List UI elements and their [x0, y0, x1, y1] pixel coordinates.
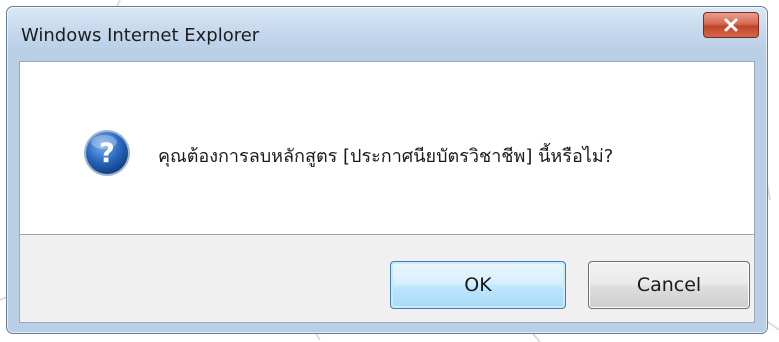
button-bar: OK Cancel — [19, 235, 755, 323]
ok-button[interactable]: OK — [390, 261, 566, 309]
close-icon — [724, 18, 738, 32]
svg-text:?: ? — [99, 138, 115, 169]
close-button[interactable] — [703, 12, 759, 38]
question-icon: ? — [84, 130, 130, 176]
window-title: Windows Internet Explorer — [21, 25, 260, 46]
dialog-window: Windows Internet Explorer ? คุณต้องการลบ… — [6, 6, 768, 334]
cancel-button[interactable]: Cancel — [588, 261, 750, 309]
dialog-message: คุณต้องการลบหลักสูตร [ประกาศนียบัตรวิชาช… — [158, 146, 614, 167]
message-area: ? คุณต้องการลบหลักสูตร [ประกาศนียบัตรวิช… — [19, 61, 755, 235]
title-bar[interactable]: Windows Internet Explorer — [7, 7, 767, 61]
